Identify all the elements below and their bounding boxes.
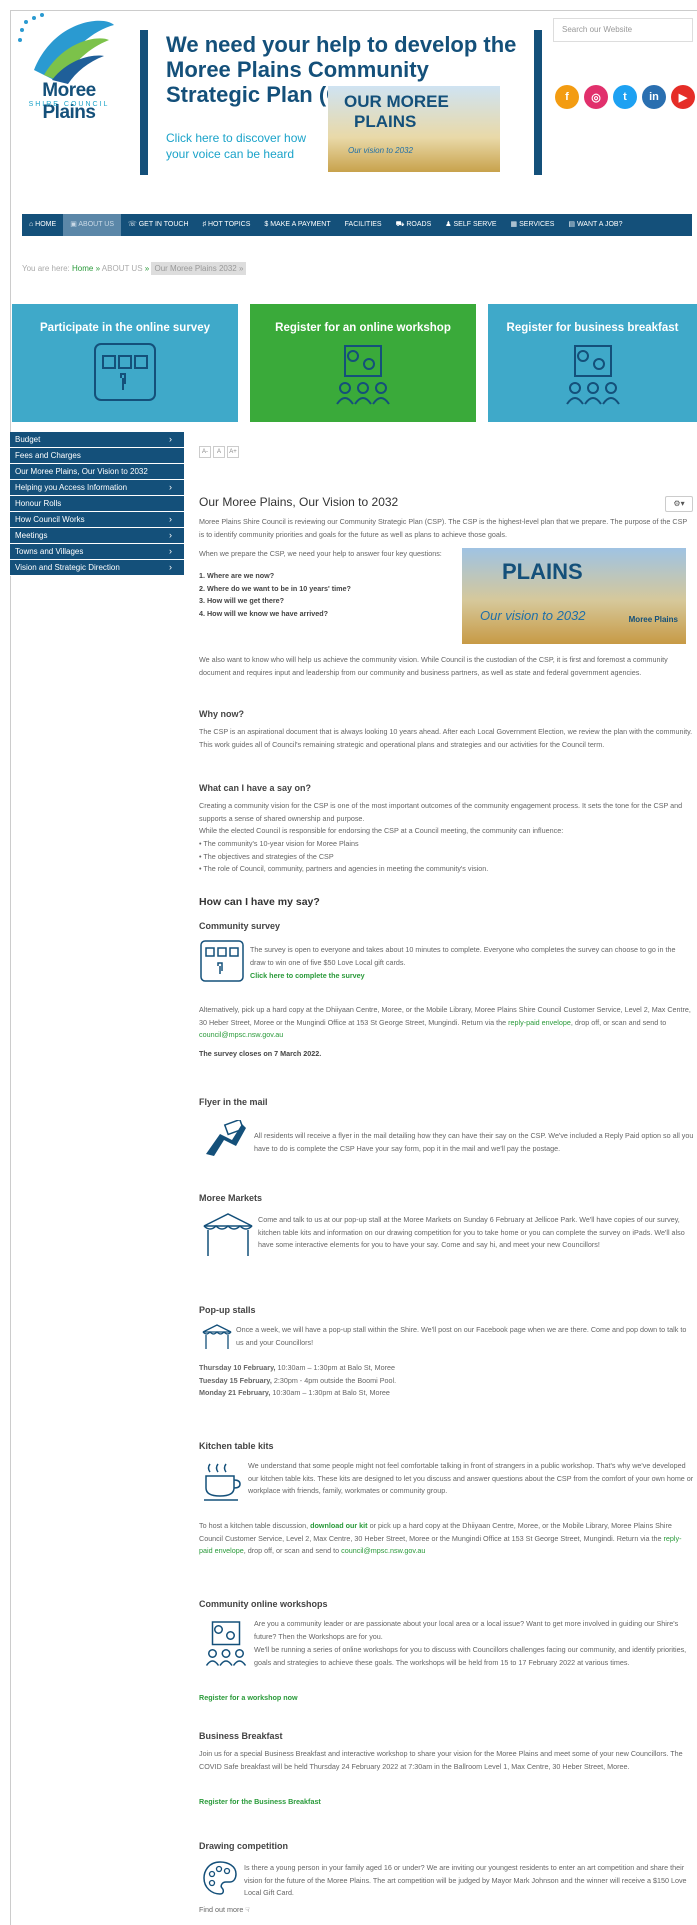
survey-icon [200,940,244,982]
breakfast-link[interactable]: Register for the Business Breakfast [199,1796,321,1809]
intro-paragraph: Moree Plains Shire Council is reviewing … [199,517,688,539]
popup-time: 10:30am – 1:30pm at Balo St, Moree [275,1363,396,1372]
popup-time: 10:30am – 1:30pm at Balo St, Moree [270,1388,390,1397]
say-paragraph-2: While the elected Council is responsible… [199,826,564,835]
survey-close-date: The survey closes on 7 March 2022. [199,1049,322,1058]
download-kit-link[interactable]: download our kit [310,1521,368,1530]
popup-paragraph: Once a week, we will have a pop-up stall… [236,1325,687,1347]
palette-icon [203,1861,237,1895]
workshop-icon [205,1621,247,1666]
council-email-link[interactable]: council@mpsc.nsw.gov.au [199,1030,283,1039]
csp-image-line2: Our vision to 2032 [480,608,586,623]
markets-paragraph: Come and talk to us at our pop-up stall … [258,1215,685,1249]
popup-schedule: Thursday 10 February, 10:30am – 1:30pm a… [199,1362,694,1400]
kitchen-host-paragraph: To host a kitchen table discussion, down… [199,1520,694,1558]
survey-alternative: Alternatively, pick up a hard copy at th… [199,1004,694,1042]
survey-link[interactable]: Click here to complete the survey [250,970,365,983]
workshop-link[interactable]: Register for a workshop now [199,1692,298,1705]
survey-alt-text-2: , drop off, or scan and send to [570,1017,667,1027]
influence-item: • The objectives and strategies of the C… [199,851,334,861]
kitchen-text-c: , drop off, or scan and send to [243,1546,340,1555]
question-item: 1. Where are we now? [199,571,275,580]
reply-paid-link[interactable]: reply-paid envelope [508,1018,571,1027]
popup-item: Tuesday 15 February, 2:30pm - 4pm outsid… [199,1375,694,1388]
csp-image-line1: PLAINS [502,559,583,584]
workshop-paragraph-2: We'll be running a series of online work… [254,1645,687,1667]
survey-heading: Community survey [199,921,281,931]
flyer-paragraph: All residents will receive a flyer in th… [254,1131,694,1153]
popup-heading: Pop-up stalls [199,1305,256,1315]
question-item: 3. How will we get there? [199,596,285,605]
help-paragraph: We also want to know who will help us ac… [199,655,668,677]
flyer-heading: Flyer in the mail [199,1097,268,1107]
flyer-icon [206,1120,246,1156]
say-paragraph-1: Creating a community vision for the CSP … [199,801,683,823]
csp-image-line3: Moree Plains [628,615,678,624]
drawing-heading: Drawing competition [199,1841,289,1851]
popup-date: Thursday 10 February, [199,1363,276,1372]
drawing-more-link[interactable]: Find out more ☟ [199,1904,250,1917]
influence-list: • The community's 10-year vision for Mor… [199,838,694,876]
popup-date: Tuesday 15 February, [199,1375,272,1385]
popup-stall-icon [202,1324,232,1349]
popup-item: Monday 21 February, 10:30am – 1:30pm at … [199,1387,694,1400]
questions-list: 1. Where are we now? 2. Where do we want… [199,570,459,620]
page-title: Our Moree Plains, Our Vision to 2032 [199,495,399,509]
market-stall-icon [203,1213,253,1256]
survey-paragraph: The survey is open to everyone and takes… [250,945,676,967]
question-item: 4. How will we know we have arrived? [199,608,329,618]
main-content: Our Moree Plains, Our Vision to 2032 ⚙▾ … [0,0,697,1924]
why-heading: Why now? [199,709,244,719]
breakfast-paragraph: Join us for a special Business Breakfast… [199,1749,683,1771]
csp-vision-image: PLAINS Our vision to 2032 Moree Plains [462,548,686,644]
drawing-paragraph: Is there a young person in your family a… [244,1863,687,1897]
intro-questions-lead: When we prepare the CSP, we need your he… [199,549,442,558]
gear-icon[interactable]: ⚙▾ [665,496,693,512]
popup-item: Thursday 10 February, 10:30am – 1:30pm a… [199,1362,694,1375]
influence-item: • The role of Council, community, partne… [199,864,489,873]
kitchen-text-a: To host a kitchen table discussion, [199,1521,309,1530]
markets-heading: Moree Markets [199,1193,263,1203]
say-heading: What can I have a say on? [199,783,312,793]
why-paragraph: The CSP is an aspirational document that… [199,727,693,749]
council-email-link[interactable]: council@mpsc.nsw.gov.au [341,1546,425,1555]
kitchen-paragraph: We understand that some people might not… [248,1461,694,1495]
workshop-heading: Community online workshops [199,1599,328,1609]
kitchen-kit-icon [204,1463,241,1501]
kitchen-heading: Kitchen table kits [199,1441,274,1451]
question-item: 2. Where do we want to be in 10 years' t… [199,583,351,593]
workshop-paragraph-1: Are you a community leader or are passio… [254,1619,679,1641]
popup-date: Monday 21 February, [199,1388,271,1397]
popup-time: 2:30pm - 4pm outside the Boomi Pool. [271,1375,397,1385]
how-heading: How can I have my say? [199,896,320,908]
breakfast-heading: Business Breakfast [199,1731,283,1741]
influence-item: • The community's 10-year vision for Mor… [199,839,359,848]
